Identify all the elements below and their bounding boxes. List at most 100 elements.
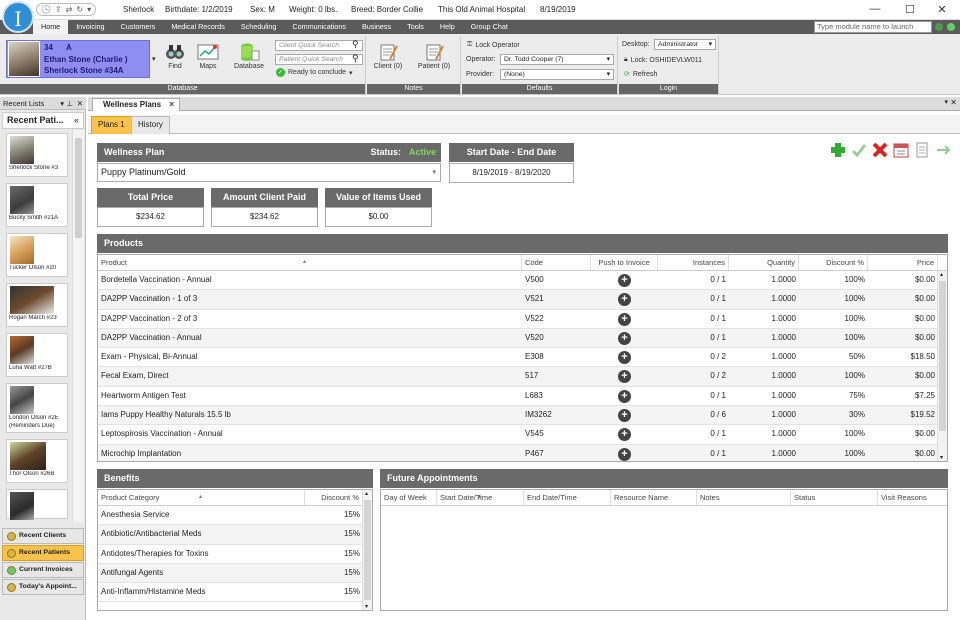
wellness-plan-select[interactable]: Puppy Platinum/Gold ▾	[97, 163, 441, 182]
nav-recent-clients[interactable]: Recent Clients	[2, 528, 84, 544]
chevron-down-icon[interactable]: ▾	[87, 5, 91, 14]
lock-machine[interactable]: 🔒︎ Lock: OSHIDEVLW011	[624, 56, 702, 64]
chevron-down-icon[interactable]: ▾	[940, 454, 943, 461]
client-quick-search-input[interactable]: Client Quick Search	[275, 40, 363, 51]
push-to-invoice-button[interactable]: +	[618, 312, 631, 326]
column-header-visit-reasons[interactable]: Visit Reasons	[878, 490, 947, 505]
transfer-icon[interactable]	[935, 142, 951, 158]
close-icon[interactable]: ✕	[77, 97, 83, 110]
table-row[interactable]: Anti-Inflamm/Histamine Meds 15%	[98, 583, 372, 603]
search-icon[interactable]: ⚲	[352, 39, 359, 50]
recent-patient-card[interactable]: Bucky Smith #21A	[6, 183, 68, 227]
push-to-invoice-button[interactable]: +	[618, 293, 631, 307]
collapse-icon[interactable]: «	[74, 113, 79, 128]
chevron-up-icon[interactable]: ▴	[365, 490, 368, 497]
recent-patient-card[interactable]: London Olson #2E (Reminders Due)	[6, 383, 68, 433]
push-to-invoice-button[interactable]: +	[618, 331, 631, 345]
provider-select[interactable]: (None) ▾	[500, 69, 614, 80]
column-header-discount[interactable]: Discount %	[799, 255, 868, 270]
column-header-notes[interactable]: Notes	[697, 490, 791, 505]
document-icon[interactable]	[914, 142, 930, 158]
recent-patient-card[interactable]: Thor Olson #26B	[6, 439, 68, 483]
app-logo[interactable]: I	[2, 1, 34, 33]
chevron-down-icon[interactable]: ▾	[152, 55, 156, 63]
table-row[interactable]: Exam - Physical, Bi-Annual E308 0 / 2 1.000…	[98, 348, 947, 368]
push-to-invoice-button[interactable]: +	[618, 428, 631, 442]
column-header-quantity[interactable]: Quantity	[729, 255, 799, 270]
add-plan-button[interactable]	[830, 142, 846, 158]
find-button[interactable]: Find	[162, 43, 188, 70]
column-header-status[interactable]: Status	[791, 490, 878, 505]
nav-recent-patients[interactable]: Recent Patients	[2, 545, 84, 561]
column-header-price[interactable]: Price	[868, 255, 938, 270]
table-row[interactable]: Fecal Exam, Direct 517 0 / 2 1.0000 100% $0.0…	[98, 367, 947, 387]
scrollbar[interactable]: ▴ ▾	[937, 271, 947, 461]
recent-patient-card[interactable]	[6, 489, 68, 520]
nav-current-invoices[interactable]: Current Invoices	[2, 562, 84, 578]
database-button[interactable]: Database	[231, 43, 267, 70]
table-row[interactable]: DA2PP Vaccination - 1 of 3 V521 0 / 1 1.000…	[98, 290, 947, 310]
menu-help[interactable]: Help	[432, 20, 463, 34]
chevron-down-icon[interactable]: ▾	[349, 69, 353, 77]
push-to-invoice-button[interactable]: +	[618, 274, 631, 287]
scrollbar-thumb[interactable]	[939, 281, 946, 431]
close-icon[interactable]: ✕	[168, 99, 175, 111]
client-notes-button[interactable]: Client (0)	[370, 43, 406, 70]
menu-communications[interactable]: Communications	[284, 20, 354, 34]
table-row[interactable]: Antibiotic/Antibacterial Meds 15%	[98, 525, 372, 545]
pin-icon[interactable]: ⊥	[66, 97, 73, 110]
search-icon[interactable]: ⚲	[352, 53, 359, 64]
ready-to-conclude[interactable]: ✓ Ready to conclude ▾	[276, 68, 353, 77]
menu-group-chat[interactable]: Group Chat	[463, 20, 516, 34]
maps-button[interactable]: Maps	[195, 43, 221, 70]
chevron-down-icon[interactable]: ▾	[944, 98, 948, 106]
operator-select[interactable]: Dr. Todd Cooper (7) ▾	[500, 54, 614, 65]
recent-patient-card[interactable]: Rogan March #23	[6, 283, 68, 327]
column-header-discount[interactable]: Discount %	[305, 490, 363, 505]
scrollbar[interactable]: ▴ ▾	[362, 490, 372, 610]
push-to-invoice-button[interactable]: +	[618, 351, 631, 365]
menu-business[interactable]: Business	[354, 20, 399, 34]
tab-history[interactable]: History	[131, 116, 170, 134]
push-to-invoice-button[interactable]: +	[618, 370, 631, 384]
table-row[interactable]: Heartworm Antigen Test L683 0 / 1 1.0000 75%…	[98, 387, 947, 407]
nav-todays-appointments[interactable]: Today's Appoint...	[2, 579, 84, 595]
table-row[interactable]: Antidotes/Therapies for Toxins 15%	[98, 545, 372, 564]
quick-access-toolbar[interactable]: 🕒 ⇪ ⇄ ↻ ▾	[36, 3, 97, 16]
column-header-resource-name[interactable]: Resource Name	[611, 490, 697, 505]
scrollbar[interactable]	[72, 130, 84, 522]
refresh-icon[interactable]: ↻	[76, 5, 83, 14]
table-row[interactable]: Antifungal Agents 15%	[98, 563, 372, 584]
chevron-down-icon[interactable]: ▾	[365, 603, 368, 610]
column-header-code[interactable]: Code	[522, 255, 591, 270]
recent-patient-card[interactable]: Tucker Olson #20	[6, 233, 68, 277]
tab-wellness-plans[interactable]: Wellness Plans ✕	[92, 98, 180, 111]
menu-tools[interactable]: Tools	[399, 20, 432, 34]
maximize-button[interactable]: ☐	[900, 3, 920, 16]
column-header-push-to-invoice[interactable]: Push to Invoice	[591, 255, 658, 270]
module-search-input[interactable]: Type module name to launch	[814, 21, 932, 33]
refresh-button[interactable]: ⟳ Refresh	[624, 70, 657, 79]
desktop-select[interactable]: Administrator ▾	[654, 39, 716, 50]
menu-home[interactable]: Home	[33, 20, 69, 34]
lock-operator-button[interactable]: ⚿ Lock Operator	[467, 41, 520, 49]
table-row[interactable]: Microchip Implantation P467 0 / 1 1.0000 100…	[98, 444, 947, 461]
table-row[interactable]: Leptospirosis Vaccination - Annual V545 0 …	[98, 425, 947, 445]
menu-medical-records[interactable]: Medical Records	[163, 20, 233, 34]
table-row[interactable]: Bordetella Vaccination - Annual V500 0 / 1…	[98, 271, 947, 291]
send-icon[interactable]: ⇪	[55, 5, 62, 14]
chevron-up-icon[interactable]: ▴	[940, 271, 943, 278]
minimize-button[interactable]: —	[865, 3, 885, 15]
chevron-down-icon[interactable]: ▾	[60, 97, 64, 110]
column-header-instances[interactable]: Instances	[658, 255, 729, 270]
delete-button[interactable]	[872, 142, 888, 158]
push-to-invoice-button[interactable]: +	[618, 447, 631, 461]
tab-plans-1[interactable]: Plans 1	[91, 116, 132, 134]
table-row[interactable]: Iams Puppy Healthy Naturals 15.5 lb IM326…	[98, 406, 947, 426]
close-icon[interactable]: ✕	[950, 98, 957, 107]
menu-scheduling[interactable]: Scheduling	[233, 20, 285, 34]
menu-invoicing[interactable]: Invoicing	[68, 20, 112, 34]
close-button[interactable]: ✕	[932, 3, 952, 16]
push-to-invoice-button[interactable]: +	[618, 389, 631, 403]
calendar-icon[interactable]	[893, 142, 909, 158]
